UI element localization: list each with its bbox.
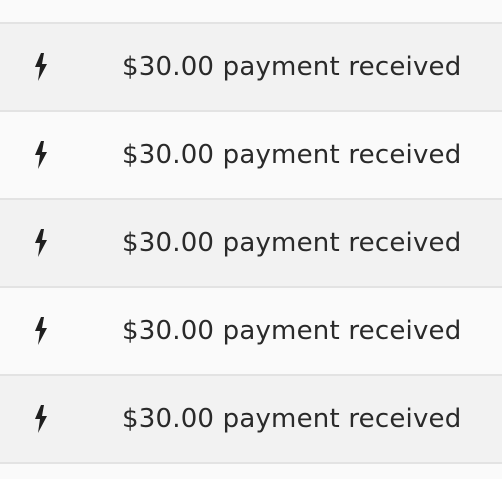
notification-text: $30.00 payment received xyxy=(122,316,462,346)
list-top-edge xyxy=(0,0,502,24)
notification-text: $30.00 payment received xyxy=(122,140,462,170)
list-item[interactable]: $30.00 payment received xyxy=(0,200,502,288)
list-bottom-edge xyxy=(0,464,502,479)
notification-text: $30.00 payment received xyxy=(122,228,462,258)
list-item[interactable]: $30.00 payment received xyxy=(0,376,502,464)
payment-notification-list: $30.00 payment received $30.00 payment r… xyxy=(0,0,502,479)
list-item[interactable]: $30.00 payment received xyxy=(0,112,502,200)
lightning-bolt-icon xyxy=(0,200,82,286)
notification-text: $30.00 payment received xyxy=(122,52,462,82)
notification-text: $30.00 payment received xyxy=(122,404,462,434)
list-item[interactable]: $30.00 payment received xyxy=(0,24,502,112)
lightning-bolt-icon xyxy=(0,24,82,110)
lightning-bolt-icon xyxy=(0,288,82,374)
lightning-bolt-icon xyxy=(0,112,82,198)
list-item[interactable]: $30.00 payment received xyxy=(0,288,502,376)
lightning-bolt-icon xyxy=(0,376,82,462)
